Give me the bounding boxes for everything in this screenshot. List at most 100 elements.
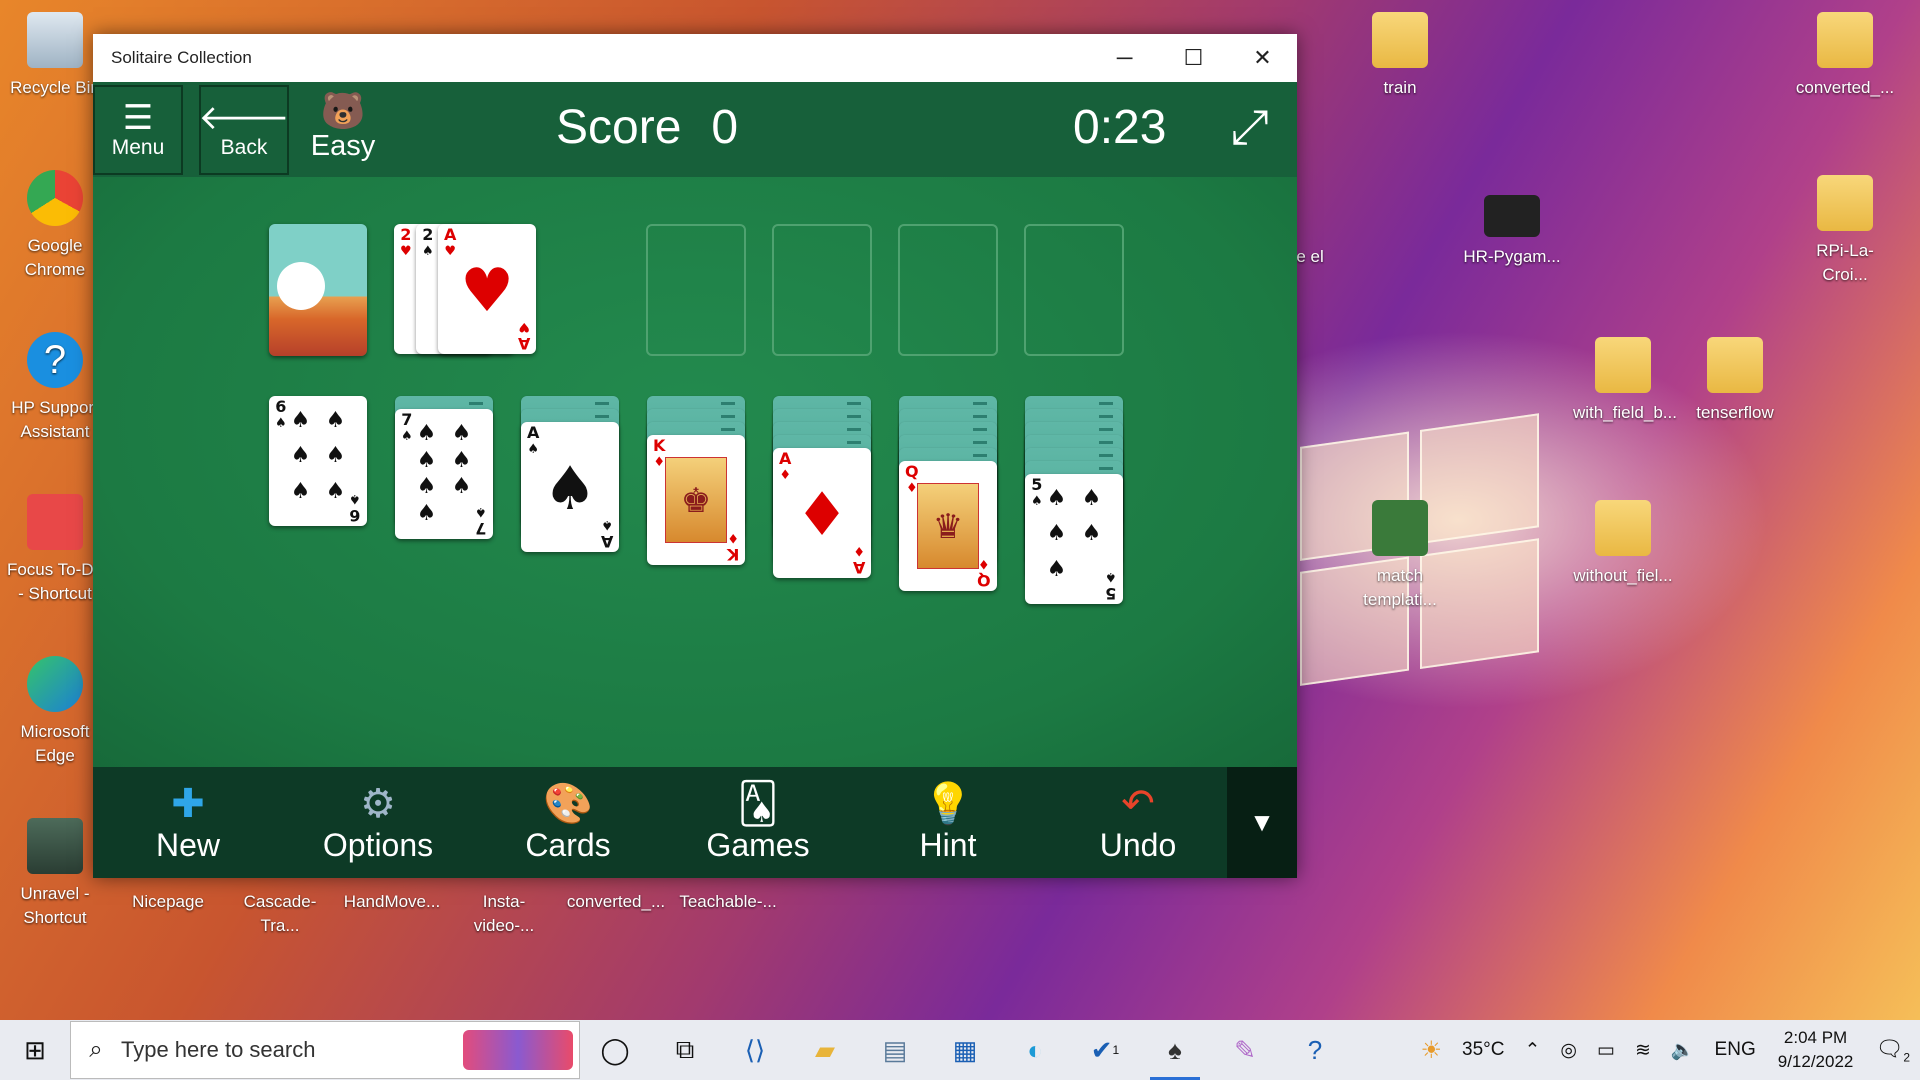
foundation-slot-2[interactable]	[772, 224, 872, 356]
task-view-button[interactable]: ⧉	[650, 1020, 720, 1080]
suit-icon: ♥	[460, 256, 514, 326]
card-pips: ♠ ♠ ♠ ♠ ♠	[1039, 486, 1109, 592]
playing-card[interactable]: 5 ♠ 5 ♠ ♠ ♠ ♠ ♠ ♠	[1025, 474, 1123, 604]
lightbulb-icon: 💡	[923, 782, 973, 826]
desktop-icon-with-field[interactable]: with_field_b...	[1573, 337, 1677, 425]
edge-taskbar[interactable]: ◐	[1000, 1020, 1070, 1080]
desktop-icon-train[interactable]: train	[1350, 12, 1450, 100]
volume-icon[interactable]: 🔈	[1661, 1038, 1705, 1062]
menu-label: Menu	[111, 135, 165, 159]
playing-card[interactable]: A ♠ A ♠ ♠	[521, 422, 619, 552]
foundation-slot-4[interactable]	[1024, 224, 1124, 356]
pip-icon: ♠	[451, 447, 472, 473]
maximize-button[interactable]: ☐	[1159, 34, 1228, 82]
desktop-icon-unravel[interactable]: Unravel - Shortcut	[5, 818, 105, 930]
fullscreen-button[interactable]: ⤢	[1231, 100, 1269, 156]
playing-card[interactable]: A ♦ A ♦ ♦	[773, 448, 871, 578]
language-indicator[interactable]: ENG	[1705, 1039, 1766, 1061]
playing-card[interactable]: 6 ♠ 6 ♠ ♠ ♠ ♠ ♠ ♠ ♠	[269, 396, 367, 526]
desktop-icon-recycle-bin[interactable]: Recycle Bin	[5, 12, 105, 100]
desktop-icon-label: Google Chrome	[24, 236, 86, 279]
cortana-button[interactable]: ◯	[580, 1020, 650, 1080]
playing-cards-icon: ♠	[1168, 1034, 1182, 1065]
desktop-icon-hp-support[interactable]: ? HP Support Assistant	[5, 332, 105, 444]
paint-taskbar[interactable]: ✎	[1210, 1020, 1280, 1080]
desktop-icon-without-field[interactable]: without_fiel...	[1573, 500, 1673, 588]
stock-pile[interactable]	[269, 224, 367, 356]
window-titlebar[interactable]: Solitaire Collection ─ ☐ ✕	[93, 34, 1297, 82]
store-icon: ▦	[952, 1034, 978, 1065]
foundation-slot-3[interactable]	[898, 224, 998, 356]
minimize-button[interactable]: ─	[1090, 34, 1159, 82]
playing-card[interactable]: Q ♦ Q ♦ ♛	[899, 461, 997, 591]
file-explorer-taskbar[interactable]: ▰	[790, 1020, 860, 1080]
desktop-icon-converted-1[interactable]: converted_...	[566, 890, 666, 914]
new-game-button[interactable]: ✚ New	[93, 767, 283, 878]
clock[interactable]: 2:04 PM 9/12/2022	[1766, 1026, 1866, 1074]
desktop-icon-cascade[interactable]: Cascade-Tra...	[230, 890, 330, 938]
todo-taskbar[interactable]: ✔ 1	[1070, 1020, 1140, 1080]
vscode-taskbar[interactable]: ⟨⟩	[720, 1020, 790, 1080]
card-pips: ♠ ♠ ♠ ♠ ♠ ♠ ♠	[409, 421, 479, 527]
card-rank: A ♥	[444, 225, 457, 259]
store-taskbar[interactable]: ▦	[930, 1020, 1000, 1080]
clock-date: 9/12/2022	[1777, 1052, 1854, 1071]
expand-icon: ⤢	[1230, 101, 1269, 154]
desktop-icon-teachable[interactable]: Teachable-...	[678, 890, 778, 914]
desktop-icon-match-template[interactable]: match templati...	[1350, 500, 1450, 612]
window-title: Solitaire Collection	[111, 48, 252, 67]
desktop-icon-tenserflow[interactable]: tenserflow	[1685, 337, 1785, 425]
solitaire-taskbar[interactable]: ♠	[1140, 1020, 1210, 1080]
desktop-icon-label: without_fiel...	[1573, 566, 1673, 585]
games-label: Games	[706, 827, 810, 863]
undo-label: Undo	[1099, 827, 1177, 863]
close-button[interactable]: ✕	[1228, 34, 1297, 82]
hint-button[interactable]: 💡 Hint	[853, 767, 1043, 878]
plus-icon: ✚	[171, 782, 205, 826]
cards-button[interactable]: 🎨 Cards	[473, 767, 663, 878]
desktop-icon-focus-todo[interactable]: Focus To-Do - Shortcut	[5, 494, 105, 606]
desktop-icon-rpi[interactable]: RPi-La-Croi...	[1795, 175, 1895, 287]
folder-icon: ▰	[815, 1034, 835, 1065]
performance-monitor-taskbar[interactable]: ▤	[860, 1020, 930, 1080]
games-button[interactable]: 🂡 Games	[663, 767, 853, 878]
desktop-icon-label: Cascade-Tra...	[243, 892, 317, 935]
desktop-icon-chrome[interactable]: Google Chrome	[5, 170, 105, 282]
playing-card[interactable]: 7 ♠ 7 ♠ ♠ ♠ ♠ ♠ ♠ ♠ ♠	[395, 409, 493, 539]
pip-icon: ♠	[451, 474, 472, 499]
wifi-icon[interactable]: ≋	[1625, 1039, 1661, 1062]
start-button[interactable]: ⊞	[0, 1020, 70, 1080]
checkmark-icon: ✔	[1090, 1034, 1113, 1065]
desktop-icon-edge[interactable]: Microsoft Edge	[5, 656, 105, 768]
weather-temp[interactable]: 35°C	[1452, 1039, 1514, 1061]
cards-icon: 🂡	[737, 782, 779, 826]
back-button[interactable]: 🡐 Back	[198, 84, 290, 175]
undo-button[interactable]: ↶ Undo	[1043, 767, 1233, 878]
foundation-slot-1[interactable]	[646, 224, 746, 356]
circle-icon: ◯	[600, 1034, 630, 1065]
playing-card[interactable]: A ♥ A ♥ ♥	[438, 224, 536, 354]
battery-icon[interactable]: ▭	[1587, 1039, 1625, 1062]
desktop-icon-label: with_field_b...	[1573, 403, 1677, 422]
desktop-icon-insta-video[interactable]: Insta-video-...	[454, 890, 554, 938]
desktop-icon-converted-2[interactable]: converted_...	[1795, 12, 1895, 100]
desktop-icon-handmove[interactable]: HandMove...	[342, 890, 442, 914]
more-commands-button[interactable]: ▼	[1227, 767, 1297, 878]
notification-icon[interactable]: 🗨2	[1865, 1036, 1920, 1064]
game-board: 2♥2♥♥♥2♠2♠♠♠A♥A♥♥ 6♠6♠♠♠♠♠♠♠7♠7♠♠♠♠♠♠♠♠A…	[93, 177, 1297, 767]
webcam-icon[interactable]: ◎	[1550, 1039, 1587, 1062]
pip-icon: ♠	[416, 447, 437, 473]
desktop-icon-hr-pygame[interactable]: HR-Pygam...	[1462, 195, 1562, 269]
desktop-icon-nicepage[interactable]: Nicepage	[118, 890, 218, 914]
desktop-icon-label: tenserflow	[1696, 403, 1774, 422]
options-button[interactable]: ⚙ Options	[283, 767, 473, 878]
menu-button[interactable]: ☰ Menu	[93, 84, 183, 175]
playing-card[interactable]: K ♦ K ♦ ♚	[647, 435, 745, 565]
desktop-icon-label: converted_...	[566, 892, 666, 911]
chevron-up-icon[interactable]: ⌃	[1514, 1039, 1550, 1062]
pip-icon: ♠	[416, 500, 437, 526]
weather-icon[interactable]: ☀	[1411, 1036, 1453, 1065]
help-taskbar[interactable]: ?	[1280, 1020, 1350, 1080]
taskbar-search[interactable]: ⌕ Type here to search	[70, 1021, 580, 1079]
game-toolbar: ☰ Menu 🡐 Back 🐻 Easy Score 0 0:23 ⤢	[93, 82, 1297, 177]
